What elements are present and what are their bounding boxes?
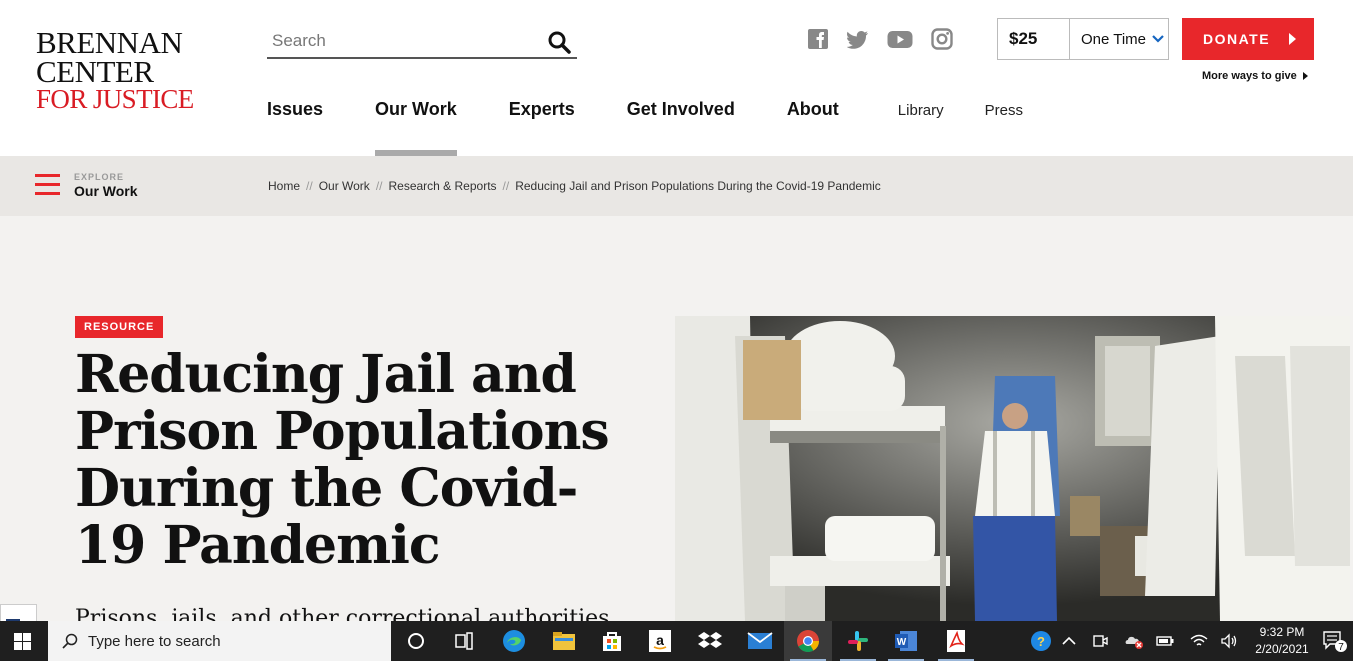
hamburger-menu-icon[interactable] [35, 174, 60, 195]
search-bar [267, 26, 577, 59]
article-intro: Prisons, jails, and other correctional a… [75, 606, 610, 621]
breadcrumb-our-work[interactable]: Our Work [319, 179, 370, 193]
breadcrumb-separator: // [306, 179, 313, 193]
cortana-icon[interactable] [392, 621, 440, 661]
taskbar-search-placeholder: Type here to search [88, 632, 221, 650]
article-hero: RESOURCE Reducing Jail and Prison Popula… [0, 216, 1353, 621]
search-icon [62, 633, 78, 649]
breadcrumb-home[interactable]: Home [268, 179, 300, 193]
volume-icon[interactable] [1220, 633, 1238, 649]
caret-right-icon [1302, 72, 1308, 80]
facebook-icon[interactable] [807, 28, 829, 50]
donation-frequency-value: One Time [1081, 30, 1147, 48]
search-icon[interactable] [547, 30, 571, 54]
windows-taskbar: Type here to search a W ? 9:32 PM 2/20/2… [0, 621, 1353, 661]
svg-text:W: W [897, 637, 907, 648]
help-icon[interactable]: ? [1030, 630, 1052, 652]
breadcrumb: Home // Our Work // Research & Reports /… [268, 179, 881, 193]
nav-item-issues[interactable]: Issues [267, 99, 323, 156]
mail-icon[interactable] [736, 621, 784, 661]
microsoft-store-icon[interactable] [588, 621, 636, 661]
logo-line-1: BRENNAN [36, 25, 183, 60]
svg-text:a: a [656, 632, 664, 648]
arrow-right-icon [1289, 33, 1296, 45]
donate-button-label: DONATE [1203, 31, 1271, 47]
nav-item-our-work[interactable]: Our Work [375, 99, 457, 156]
breadcrumb-separator: // [502, 179, 510, 193]
donation-selector: $25 One Time [997, 18, 1169, 60]
system-tray: ? [1030, 621, 1238, 661]
windows-start-icon[interactable] [14, 633, 31, 650]
slack-icon[interactable] [834, 621, 882, 661]
action-center-button[interactable]: 7 [1322, 621, 1348, 661]
brennan-center-logo[interactable]: BRENNAN CENTER FOR JUSTICE [36, 25, 196, 114]
meet-now-icon[interactable] [1092, 633, 1108, 649]
instagram-icon[interactable] [931, 28, 953, 50]
explore-section-title[interactable]: Our Work [74, 183, 138, 199]
amazon-icon[interactable]: a [636, 621, 684, 661]
nav-item-experts[interactable]: Experts [509, 99, 575, 156]
system-clock[interactable]: 9:32 PM 2/20/2021 [1252, 624, 1312, 658]
battery-icon[interactable] [1156, 635, 1174, 647]
page-title: Reducing Jail and Prison Populations Dur… [75, 344, 610, 576]
site-header: BRENNAN CENTER FOR JUSTICE $25 [0, 0, 1353, 156]
chevron-down-icon [1152, 35, 1164, 43]
taskbar-search-box[interactable]: Type here to search [48, 621, 391, 661]
social-links [807, 28, 953, 50]
notification-icon: 7 [1323, 631, 1347, 653]
pdf-reader-icon[interactable] [932, 621, 980, 661]
resource-badge[interactable]: RESOURCE [75, 316, 164, 338]
logo-line-2: CENTER [36, 54, 154, 90]
nav-item-library[interactable]: Library [898, 99, 944, 156]
explore-bar: EXPLORE Our Work Home // Our Work // Res… [0, 156, 1353, 216]
file-explorer-icon[interactable] [540, 621, 588, 661]
onedrive-error-icon[interactable] [1124, 633, 1144, 649]
chrome-browser-icon[interactable] [784, 621, 832, 661]
nav-item-about[interactable]: About [787, 99, 839, 156]
donation-frequency-select[interactable]: One Time [1070, 19, 1168, 59]
more-ways-to-give-link[interactable]: More ways to give [1202, 70, 1308, 82]
feedback-side-tab[interactable] [0, 604, 37, 621]
breadcrumb-research-reports[interactable]: Research & Reports [388, 179, 496, 193]
hero-photo-prison-dormitory [675, 316, 1350, 621]
donate-button[interactable]: DONATE [1182, 18, 1314, 60]
clock-time: 9:32 PM [1259, 625, 1305, 639]
search-input[interactable] [267, 26, 527, 56]
explore-label: EXPLORE [74, 172, 125, 182]
more-ways-label: More ways to give [1202, 70, 1297, 82]
svg-text:?: ? [1037, 634, 1045, 649]
breadcrumb-current: Reducing Jail and Prison Populations Dur… [515, 179, 881, 193]
task-view-icon[interactable] [440, 621, 488, 661]
nav-item-get-involved[interactable]: Get Involved [627, 99, 735, 156]
logo-line-3: FOR JUSTICE [36, 83, 194, 114]
notification-count: 7 [1338, 642, 1344, 653]
youtube-icon[interactable] [887, 28, 913, 50]
main-nav: Issues Our Work Experts Get Involved Abo… [267, 99, 1064, 156]
clock-date: 2/20/2021 [1255, 642, 1309, 656]
wifi-icon[interactable] [1190, 634, 1208, 648]
twitter-icon[interactable] [847, 28, 869, 50]
microsoft-word-icon[interactable]: W [882, 621, 930, 661]
nav-item-press[interactable]: Press [985, 99, 1023, 156]
donation-amount-field[interactable]: $25 [998, 19, 1070, 59]
breadcrumb-separator: // [375, 179, 383, 193]
edge-browser-icon[interactable] [490, 621, 538, 661]
chevron-up-icon[interactable] [1062, 636, 1076, 646]
dropbox-icon[interactable] [686, 621, 734, 661]
